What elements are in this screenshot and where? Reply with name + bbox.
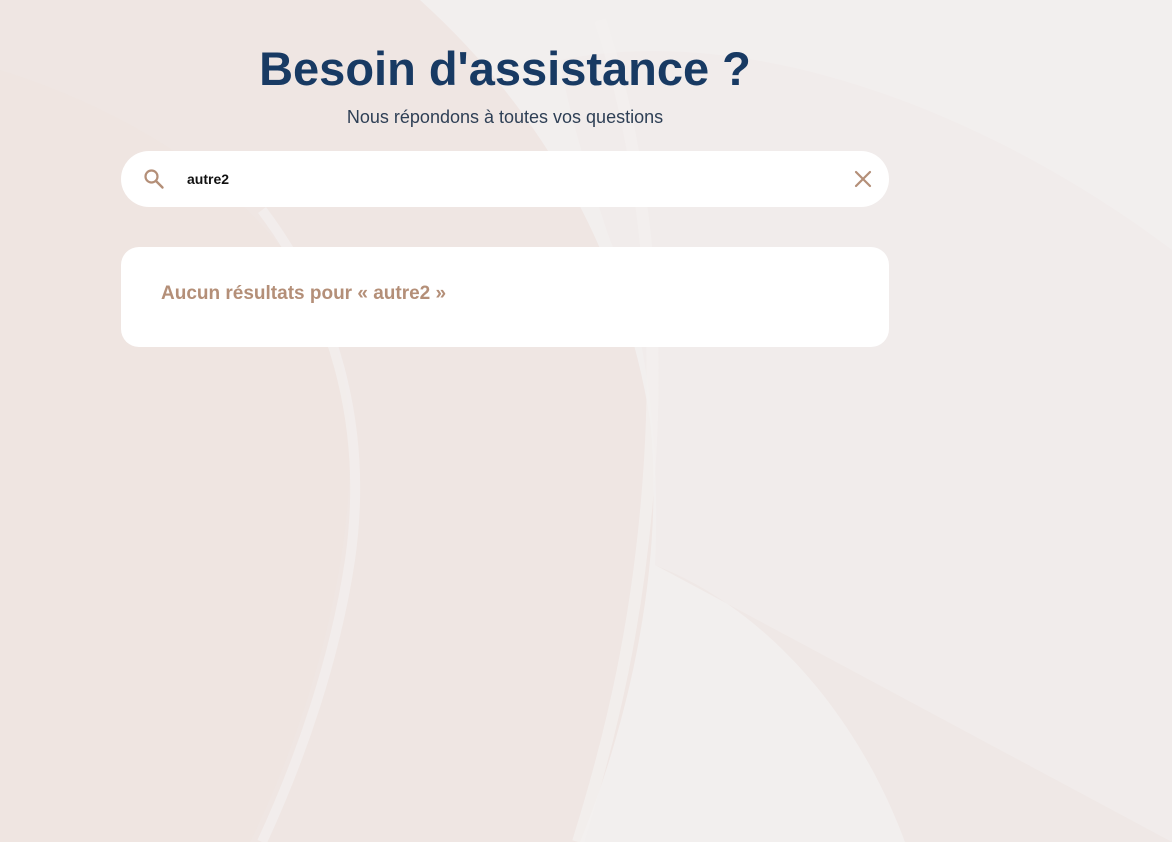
close-icon bbox=[851, 170, 875, 194]
search-bar bbox=[121, 151, 889, 207]
page-content: Besoin d'assistance ? Nous répondons à t… bbox=[0, 0, 1172, 842]
no-results-message: Aucun résultats pour « autre2 » bbox=[161, 283, 447, 304]
search-input[interactable] bbox=[187, 165, 827, 193]
clear-search-button[interactable] bbox=[851, 167, 875, 191]
page-subtitle: Nous répondons à toutes vos questions bbox=[346, 107, 664, 127]
results-card: Aucun résultats pour « autre2 » bbox=[121, 247, 889, 347]
page-title: Besoin d'assistance ? bbox=[259, 42, 751, 95]
search-icon bbox=[143, 168, 165, 190]
